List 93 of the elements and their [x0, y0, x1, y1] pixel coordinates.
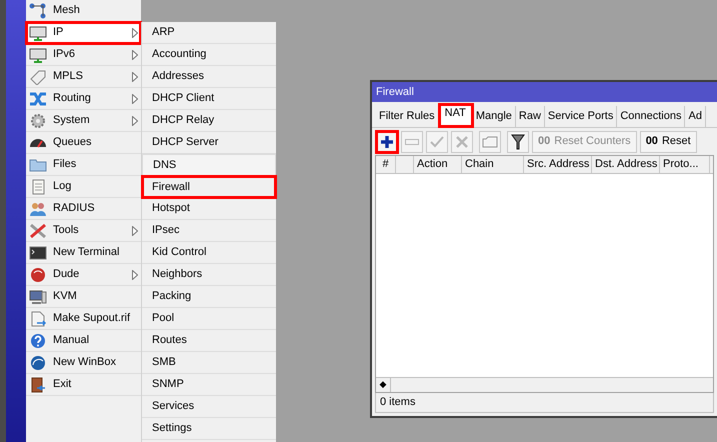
menu-label: IP — [53, 25, 64, 40]
submenu-item[interactable]: DNS — [142, 154, 276, 176]
minus-icon — [405, 138, 419, 144]
menu-label: Make Supout.rif — [53, 311, 132, 326]
menu-label: System — [53, 113, 91, 128]
menu-item[interactable]: IP — [26, 22, 141, 44]
gear-icon — [29, 112, 47, 128]
counter-symbol: 00 — [538, 134, 550, 150]
menu-item[interactable]: KVM — [26, 286, 141, 308]
menu-item[interactable]: Dude — [26, 264, 141, 286]
tab[interactable]: Raw — [516, 106, 545, 127]
menu-label: Manual — [53, 333, 90, 348]
menu-label: IPv6 — [53, 47, 76, 62]
menu-item[interactable]: Log — [26, 176, 141, 198]
help-icon — [29, 332, 47, 348]
column-header[interactable]: Src. Address — [524, 156, 592, 173]
add-button[interactable] — [376, 130, 398, 152]
globe-icon — [29, 354, 47, 370]
submenu-item[interactable]: Addresses — [142, 66, 276, 88]
column-header[interactable]: Chain — [462, 156, 524, 173]
menu-label: New Terminal — [53, 245, 120, 260]
menu-label: New WinBox — [53, 355, 117, 370]
column-header[interactable]: Action — [414, 156, 462, 173]
column-header[interactable]: # — [376, 156, 396, 173]
folder-icon — [29, 156, 47, 172]
door-icon — [29, 376, 47, 392]
menu-item[interactable]: MPLS — [26, 66, 141, 88]
menu-item[interactable]: New WinBox — [26, 352, 141, 374]
column-header[interactable]: Dst. Address — [592, 156, 660, 173]
menu-item[interactable]: Make Supout.rif — [26, 308, 141, 330]
submenu-item[interactable]: Kid Control — [142, 242, 276, 264]
submenu-item[interactable]: Services — [142, 396, 276, 418]
menu-label: Exit — [53, 377, 72, 392]
check-icon — [430, 136, 444, 148]
menu-label: MPLS — [53, 69, 84, 84]
tools-icon — [29, 222, 47, 238]
menu-item[interactable]: Tools — [26, 220, 141, 242]
tab[interactable]: Ad — [685, 106, 706, 127]
terminal-icon — [29, 244, 47, 260]
menu-item[interactable]: New Terminal — [26, 242, 141, 264]
status-bar: 0 items — [375, 393, 714, 413]
menu-label: Tools — [53, 223, 80, 238]
window-title: Firewall — [372, 82, 717, 102]
submenu-item[interactable]: SNMP — [142, 374, 276, 396]
submenu-item[interactable]: Packing — [142, 286, 276, 308]
menu-label: RADIUS — [53, 201, 96, 216]
menu-label: Mesh — [53, 3, 81, 18]
submenu-item[interactable]: Hotspot — [142, 198, 276, 220]
submenu-item[interactable]: Neighbors — [142, 264, 276, 286]
menu-item[interactable]: Manual — [26, 330, 141, 352]
toolbar-button[interactable]: 00 Reset — [640, 130, 697, 152]
submenu-item[interactable]: Settings — [142, 418, 276, 440]
computer-icon — [29, 288, 47, 304]
menu-item[interactable]: Routing — [26, 88, 141, 110]
menu-item[interactable]: Queues — [26, 132, 141, 154]
menu-label: Files — [53, 157, 78, 172]
submenu-item[interactable]: DHCP Relay — [142, 110, 276, 132]
submenu-item[interactable]: IPsec — [142, 220, 276, 242]
menu-label: KVM — [53, 289, 78, 304]
menu-item[interactable]: Exit — [26, 374, 141, 396]
menu-item[interactable]: RADIUS — [26, 198, 141, 220]
counter-symbol: 00 — [646, 134, 658, 150]
plus-icon — [380, 134, 394, 148]
column-header[interactable]: Proto... — [660, 156, 710, 173]
submenu-item[interactable]: SMB — [142, 352, 276, 374]
note-icon — [482, 136, 498, 148]
menu-label: Dude — [53, 267, 80, 282]
tab[interactable]: Connections — [617, 106, 686, 127]
nodes-icon — [29, 2, 47, 18]
menu-item[interactable]: Files — [26, 154, 141, 176]
crossed-arrows-icon — [29, 90, 47, 106]
filter-icon — [511, 134, 525, 150]
menu-label: Queues — [53, 135, 93, 150]
submenu-item[interactable]: ARP — [142, 22, 276, 44]
ball-icon — [29, 266, 47, 282]
menu-label: Log — [53, 179, 72, 194]
menu-item[interactable]: IPv6 — [26, 44, 141, 66]
filter-button[interactable] — [507, 130, 529, 152]
scroll-left-button[interactable]: ◆ — [376, 378, 391, 392]
menu-label: Routing — [53, 91, 92, 106]
tab[interactable]: Service Ports — [544, 106, 618, 127]
submenu-item[interactable]: Firewall — [142, 176, 276, 198]
submenu-item[interactable]: Routes — [142, 330, 276, 352]
submenu-item[interactable]: Accounting — [142, 44, 276, 66]
tab[interactable]: NAT — [438, 104, 473, 127]
cross-icon — [456, 136, 468, 148]
submenu-item[interactable]: Pool — [142, 308, 276, 330]
submenu-item[interactable]: DHCP Client — [142, 88, 276, 110]
tab[interactable]: Mangle — [472, 106, 516, 127]
tag-icon — [29, 68, 47, 84]
users-icon — [29, 200, 47, 216]
menu-item[interactable]: System — [26, 110, 141, 132]
file-export-icon — [29, 310, 47, 326]
